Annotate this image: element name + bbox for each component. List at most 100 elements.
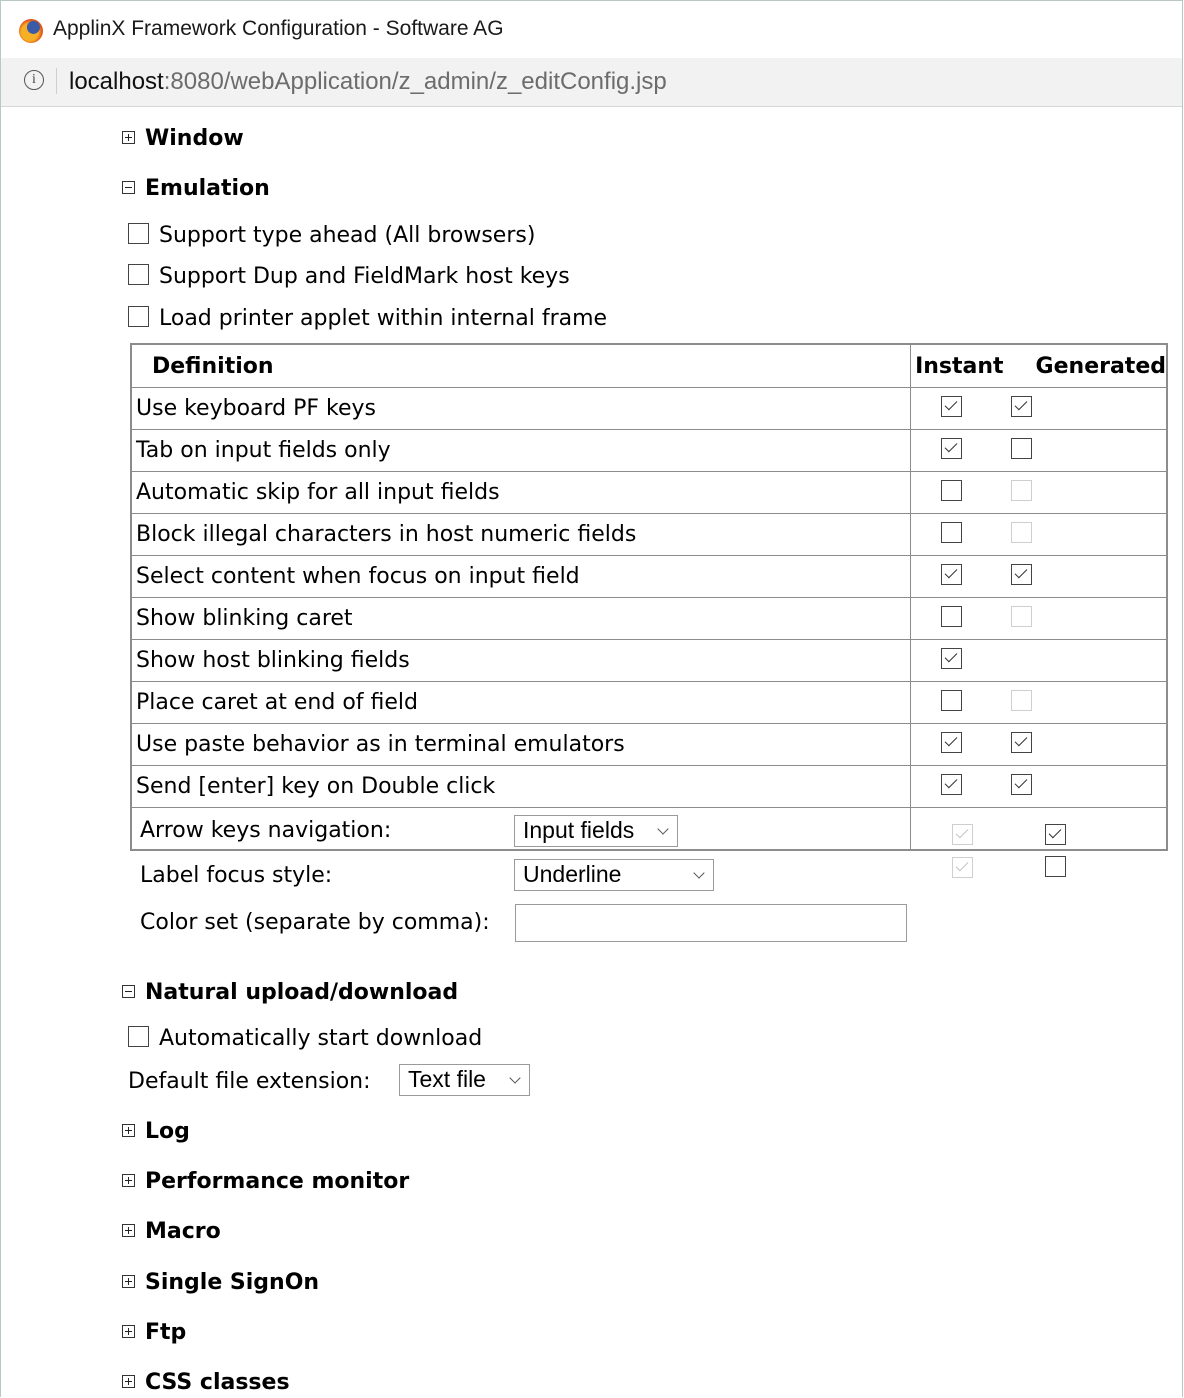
arrow-keys-select[interactable]: Input fields — [514, 815, 678, 847]
table-row: Show blinking caret — [130, 597, 1168, 640]
section-performance[interactable]: Performance monitor — [122, 1167, 409, 1197]
default-ext-label: Default file extension: — [128, 1069, 371, 1094]
label-focus-label: Label focus style: — [140, 863, 333, 888]
url-host: localhost — [69, 68, 164, 95]
section-sso-label: Single SignOn — [145, 1270, 320, 1295]
expand-icon[interactable] — [122, 1123, 135, 1137]
section-css-label: CSS classes — [145, 1370, 290, 1395]
url-text[interactable]: localhost:8080/webApplication/z_admin/z_… — [69, 68, 667, 96]
row-label: Use keyboard PF keys — [130, 387, 912, 430]
label-focus-value: Underline — [523, 861, 622, 887]
firefox-icon — [19, 19, 43, 43]
option-label: Load printer applet within internal fram… — [159, 306, 608, 331]
chevron-down-icon — [509, 1072, 521, 1084]
collapse-icon[interactable] — [122, 180, 135, 194]
color-set-input[interactable] — [515, 904, 907, 942]
dup-fieldmark-checkbox[interactable] — [128, 263, 149, 285]
chevron-down-icon — [657, 823, 669, 835]
row-flags — [910, 723, 1168, 766]
instant-checkbox[interactable] — [941, 732, 963, 753]
section-natural[interactable]: Natural upload/download — [122, 978, 458, 1008]
instant-checkbox[interactable] — [941, 396, 963, 417]
option-type-ahead[interactable]: Support type ahead (All browsers) — [128, 221, 535, 251]
row-flags — [910, 513, 1168, 556]
table-row: Tab on input fields only — [130, 429, 1168, 472]
row-label: Show host blinking fields — [130, 639, 912, 682]
table-row: Select content when focus on input field — [130, 555, 1168, 598]
default-ext-value: Text file — [408, 1066, 486, 1092]
section-sso[interactable]: Single SignOn — [122, 1268, 319, 1298]
collapse-icon[interactable] — [122, 984, 135, 998]
color-set-label: Color set (separate by comma): — [140, 910, 490, 935]
generated-checkbox[interactable] — [1011, 564, 1033, 585]
auto-download-checkbox[interactable] — [128, 1025, 149, 1047]
generated-checkbox[interactable] — [1011, 396, 1033, 417]
section-css[interactable]: CSS classes — [122, 1368, 290, 1398]
instant-checkbox[interactable] — [941, 774, 963, 795]
option-label: Support type ahead (All browsers) — [159, 223, 536, 248]
generated-checkbox — [1011, 606, 1033, 627]
row-flags — [910, 429, 1168, 472]
url-path: :8080/webApplication/z_admin/z_editConfi… — [163, 68, 667, 95]
table-row: Automatic skip for all input fields — [130, 471, 1168, 514]
table-row: Use paste behavior as in terminal emulat… — [130, 723, 1168, 766]
generated-checkbox[interactable] — [1011, 774, 1033, 795]
label-focus-instant-checkbox — [952, 857, 974, 878]
expand-icon[interactable] — [122, 1374, 135, 1388]
row-flags — [910, 681, 1168, 724]
instant-checkbox[interactable] — [941, 480, 963, 501]
type-ahead-checkbox[interactable] — [128, 222, 149, 244]
option-label: Support Dup and FieldMark host keys — [159, 264, 570, 289]
printer-applet-checkbox[interactable] — [128, 305, 149, 327]
expand-icon[interactable] — [122, 1324, 135, 1338]
section-ftp[interactable]: Ftp — [122, 1318, 186, 1348]
row-label: Tab on input fields only — [130, 429, 912, 472]
row-label: Use paste behavior as in terminal emulat… — [130, 723, 912, 766]
generated-checkbox — [1011, 690, 1033, 711]
section-emulation-label: Emulation — [145, 176, 270, 201]
row-flags — [910, 555, 1168, 598]
generated-checkbox[interactable] — [1011, 438, 1033, 459]
instant-checkbox[interactable] — [941, 648, 963, 669]
option-printer-applet[interactable]: Load printer applet within internal fram… — [128, 304, 607, 334]
row-flags — [910, 387, 1168, 430]
expand-icon[interactable] — [122, 1274, 135, 1288]
row-label: Show blinking caret — [130, 597, 912, 640]
section-window-label: Window — [145, 126, 244, 151]
table-header-row: Definition Instant Generated — [130, 343, 1168, 388]
row-flags — [910, 471, 1168, 514]
expand-icon[interactable] — [122, 130, 135, 144]
option-dup-fieldmark[interactable]: Support Dup and FieldMark host keys — [128, 262, 570, 292]
generated-checkbox[interactable] — [1011, 732, 1033, 753]
table-row: Show host blinking fields — [130, 639, 1168, 682]
option-auto-download[interactable]: Automatically start download — [128, 1024, 482, 1054]
instant-checkbox[interactable] — [941, 606, 963, 627]
default-ext-select[interactable]: Text file — [399, 1064, 530, 1096]
row-label: Block illegal characters in host numeric… — [130, 513, 912, 556]
generated-header: Generated — [1035, 353, 1166, 379]
section-log[interactable]: Log — [122, 1117, 190, 1147]
expand-icon[interactable] — [122, 1173, 135, 1187]
generated-checkbox — [1011, 480, 1033, 501]
instant-checkbox[interactable] — [941, 522, 963, 543]
table-row: Use keyboard PF keys — [130, 387, 1168, 430]
expand-icon[interactable] — [122, 1223, 135, 1237]
info-icon[interactable]: i — [24, 70, 44, 90]
instant-checkbox[interactable] — [941, 564, 963, 585]
row-label: Send [enter] key on Double click — [130, 765, 912, 808]
label-focus-generated-checkbox[interactable] — [1045, 856, 1067, 877]
address-bar[interactable]: i localhost:8080/webApplication/z_admin/… — [1, 58, 1182, 107]
row-flags — [910, 765, 1168, 808]
arrow-keys-label: Arrow keys navigation: — [140, 818, 392, 843]
row-flags — [910, 639, 1168, 682]
section-macro[interactable]: Macro — [122, 1217, 221, 1247]
arrow-keys-generated-checkbox[interactable] — [1045, 824, 1067, 845]
window-title: ApplinX Framework Configuration - Softwa… — [53, 17, 504, 40]
label-focus-select[interactable]: Underline — [514, 859, 714, 891]
section-emulation[interactable]: Emulation — [122, 174, 270, 204]
controls-row: Arrow keys navigation: Input fields Labe… — [130, 807, 1168, 942]
emulation-definition-table: Definition Instant Generated Use keyboard… — [130, 343, 1168, 942]
instant-checkbox[interactable] — [941, 690, 963, 711]
section-window[interactable]: Window — [122, 124, 244, 154]
instant-checkbox[interactable] — [941, 438, 963, 459]
